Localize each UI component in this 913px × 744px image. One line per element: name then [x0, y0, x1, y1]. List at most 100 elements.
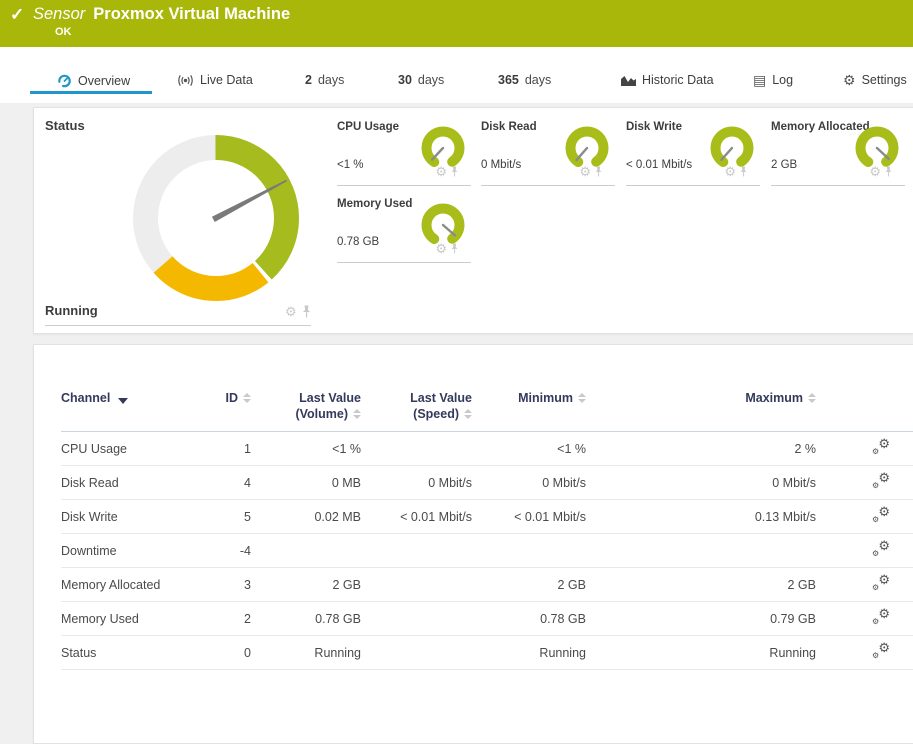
cell-actions: ⚙⚙: [816, 466, 913, 500]
sort-desc-icon: [118, 398, 128, 404]
gear-icon: ⚙: [872, 550, 879, 558]
tab-log[interactable]: ▤ Log: [753, 73, 793, 87]
status-gauge[interactable]: [130, 132, 302, 304]
table-row[interactable]: Status0RunningRunningRunning⚙⚙: [61, 636, 913, 670]
tab-label: days: [318, 73, 344, 87]
sort-icon: [808, 393, 816, 403]
gauge-settings-gear-icon[interactable]: ⚙: [869, 165, 881, 178]
pin-icon[interactable]: [450, 243, 459, 254]
cell-max: 2 GB: [586, 568, 816, 602]
mini-gauge-label: Disk Read: [481, 121, 537, 133]
column-label: (Speed): [413, 406, 459, 422]
tab-day-count: 30: [398, 73, 412, 87]
column-header-id[interactable]: ID: [191, 385, 251, 432]
cell-min: 0 Mbit/s: [472, 466, 586, 500]
cell-max: Running: [586, 636, 816, 670]
channel-table: Channel ID Last Value (Volume) Last Valu…: [61, 385, 913, 670]
table-header-row: Channel ID Last Value (Volume) Last Valu…: [61, 385, 913, 432]
edit-channel-gears-icon[interactable]: ⚙⚙: [872, 643, 890, 660]
mini-gauge-memory-allocated[interactable]: Memory Allocated 2 GB ⚙: [771, 119, 905, 186]
column-header-last-value-speed[interactable]: Last Value (Speed): [361, 385, 472, 432]
cell-speed: < 0.01 Mbit/s: [361, 500, 472, 534]
tab-live-data[interactable]: Live Data: [177, 73, 253, 87]
sort-icon: [578, 393, 586, 403]
cell-channel[interactable]: Disk Write: [61, 500, 191, 534]
cell-actions: ⚙⚙: [816, 568, 913, 602]
cell-channel[interactable]: Memory Used: [61, 602, 191, 636]
mini-gauge-cpu-usage[interactable]: CPU Usage <1 % ⚙: [337, 119, 471, 186]
divider: [771, 185, 905, 186]
gear-icon: ⚙: [872, 618, 879, 626]
mini-gauge-memory-used[interactable]: Memory Used 0.78 GB ⚙: [337, 196, 471, 263]
cell-channel[interactable]: Memory Allocated: [61, 568, 191, 602]
table-row[interactable]: Disk Write50.02 MB< 0.01 Mbit/s< 0.01 Mb…: [61, 500, 913, 534]
gear-icon: ⚙: [878, 539, 890, 552]
gauge-settings-gear-icon[interactable]: ⚙: [285, 305, 297, 318]
mini-gauge-disk-write[interactable]: Disk Write < 0.01 Mbit/s ⚙: [626, 119, 760, 186]
edit-channel-gears-icon[interactable]: ⚙⚙: [872, 507, 890, 524]
column-header-last-value-volume[interactable]: Last Value (Volume): [251, 385, 361, 432]
column-header-maximum[interactable]: Maximum: [586, 385, 816, 432]
cell-max: 2 %: [586, 432, 816, 466]
tab-30-days[interactable]: 30 days: [398, 73, 444, 87]
pin-icon[interactable]: [594, 166, 603, 177]
gear-icon: ⚙: [878, 607, 890, 620]
divider: [626, 185, 760, 186]
cell-channel[interactable]: CPU Usage: [61, 432, 191, 466]
cell-id: -4: [191, 534, 251, 568]
pin-icon[interactable]: [450, 166, 459, 177]
gauge-settings-gear-icon[interactable]: ⚙: [579, 165, 591, 178]
tab-settings[interactable]: ⚙ Settings: [843, 73, 907, 87]
tab-overview[interactable]: Overview: [57, 73, 130, 88]
edit-channel-gears-icon[interactable]: ⚙⚙: [872, 609, 890, 626]
table-row[interactable]: Disk Read40 MB0 Mbit/s0 Mbit/s0 Mbit/s⚙⚙: [61, 466, 913, 500]
active-tab-indicator: [30, 91, 152, 94]
pin-icon[interactable]: [739, 166, 748, 177]
cell-actions: ⚙⚙: [816, 500, 913, 534]
tab-historic-data[interactable]: Historic Data: [621, 73, 714, 87]
sensor-status-text: OK: [55, 26, 72, 38]
table-row[interactable]: CPU Usage1<1 %<1 %2 %⚙⚙: [61, 432, 913, 466]
cell-volume: Running: [251, 636, 361, 670]
historic-chart-icon: [621, 74, 636, 86]
cell-channel[interactable]: Downtime: [61, 534, 191, 568]
edit-channel-gears-icon[interactable]: ⚙⚙: [872, 575, 890, 592]
table-row[interactable]: Downtime-4 ⚙⚙: [61, 534, 913, 568]
gauge-settings-gear-icon[interactable]: ⚙: [435, 165, 447, 178]
tab-2-days[interactable]: 2 days: [305, 73, 344, 87]
gear-icon: ⚙: [872, 652, 879, 660]
cell-speed: [361, 568, 472, 602]
gear-icon: ⚙: [872, 482, 879, 490]
table-row[interactable]: Memory Used20.78 GB0.78 GB0.79 GB⚙⚙: [61, 602, 913, 636]
pin-icon[interactable]: [884, 166, 893, 177]
pin-icon[interactable]: [301, 305, 312, 318]
mini-gauge-disk-read[interactable]: Disk Read 0 Mbit/s ⚙: [481, 119, 615, 186]
cell-id: 4: [191, 466, 251, 500]
tab-365-days[interactable]: 365 days: [498, 73, 551, 87]
column-header-channel[interactable]: Channel: [61, 385, 191, 432]
gauges-panel: Status Running ⚙ CPU Usage <1 % ⚙ Disk R…: [33, 107, 913, 334]
cell-min: <1 %: [472, 432, 586, 466]
table-row[interactable]: Memory Allocated32 GB2 GB2 GB⚙⚙: [61, 568, 913, 602]
object-kind-label: Sensor: [33, 5, 85, 23]
divider: [337, 262, 471, 263]
cell-channel[interactable]: Status: [61, 636, 191, 670]
edit-channel-gears-icon[interactable]: ⚙⚙: [872, 473, 890, 490]
log-icon: ▤: [753, 73, 766, 87]
tab-label: Historic Data: [642, 73, 714, 87]
sort-icon: [464, 409, 472, 419]
tab-label: Live Data: [200, 73, 253, 87]
mini-gauge-value: 0.78 GB: [337, 236, 379, 248]
cell-volume: 2 GB: [251, 568, 361, 602]
column-header-actions: [816, 385, 913, 432]
sort-icon: [353, 409, 361, 419]
column-header-minimum[interactable]: Minimum: [472, 385, 586, 432]
edit-channel-gears-icon[interactable]: ⚙⚙: [872, 541, 890, 558]
gauge-settings-gear-icon[interactable]: ⚙: [724, 165, 736, 178]
cell-channel[interactable]: Disk Read: [61, 466, 191, 500]
tab-label: days: [525, 73, 551, 87]
edit-channel-gears-icon[interactable]: ⚙⚙: [872, 439, 890, 456]
gauge-settings-gear-icon[interactable]: ⚙: [435, 242, 447, 255]
cell-min: [472, 534, 586, 568]
column-label: Last Value: [410, 390, 472, 406]
